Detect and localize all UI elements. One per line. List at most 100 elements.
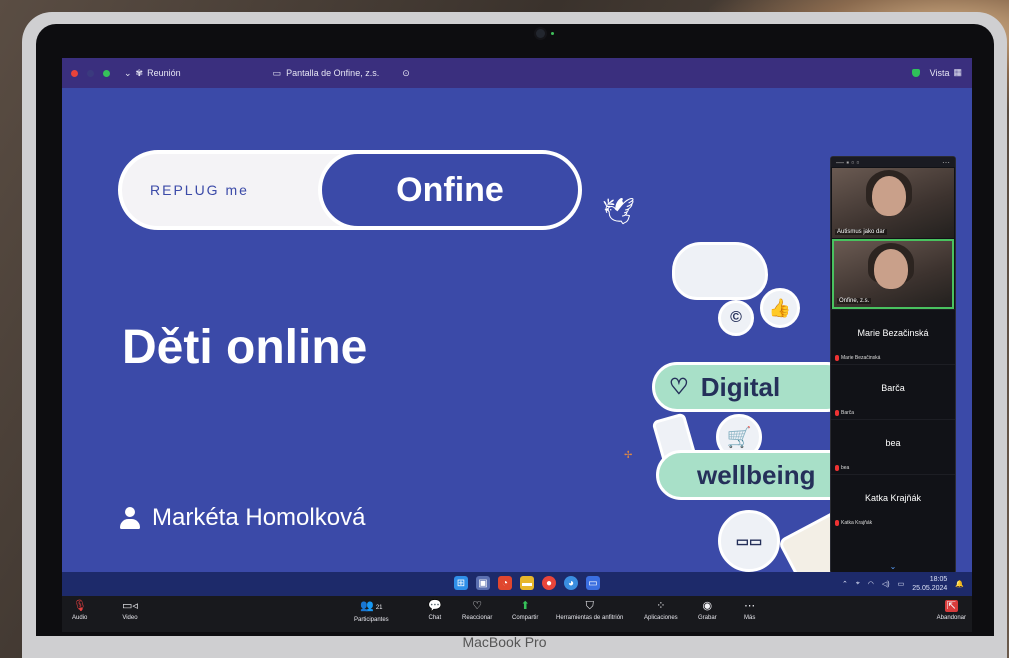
video-tile-name: Autismus jako dar — [835, 229, 887, 235]
volume-icon[interactable]: ◁) — [882, 580, 890, 588]
windows-taskbar: ⊞ ▣ ◔ ▬ ● ◕ ▭ ⌃ ⌖ ◠ ◁) ▭ 18:05 25.05.202… — [62, 572, 972, 596]
screen: ⌄ ✾ Reunión ▭ Pantalla de Onfine, z.s. ⊙… — [62, 58, 972, 632]
taskbar-apps: ⊞ ▣ ◔ ▬ ● ◕ ▭ — [454, 576, 600, 590]
zoom-app-icon[interactable]: ▭ — [586, 576, 600, 590]
mic-muted-icon — [835, 465, 839, 471]
apps-button[interactable]: ⁘ Aplicaciones — [644, 600, 678, 621]
person-icon — [118, 507, 142, 529]
mic-muted-icon — [835, 410, 839, 416]
video-button[interactable]: ▭◃ Video — [122, 600, 138, 621]
folder-icon[interactable]: ▬ — [520, 576, 534, 590]
location-icon[interactable]: ⌖ — [856, 580, 860, 588]
wellbeing-tag: wellbeing — [656, 450, 856, 500]
participant-tile[interactable]: Barča Barča — [831, 364, 955, 419]
battery-icon: ▭▭ — [718, 510, 780, 572]
wellbeing-tag-text: wellbeing — [697, 459, 816, 490]
webcam-led — [551, 32, 554, 35]
shield-icon: ⛉ — [585, 600, 594, 612]
app-icon[interactable]: ◕ — [564, 576, 578, 590]
more-icon: ⋯ — [744, 600, 756, 612]
participants-button[interactable]: 👥 21 Participantes — [354, 600, 389, 623]
shield-icon — [911, 68, 920, 77]
panel-more-icon[interactable]: ⋯ — [942, 158, 950, 167]
panel-header: — ▪ ▫ ▫ ⋯ — [831, 157, 955, 167]
dove-icon: 🕊 — [602, 196, 636, 226]
battery-tray-icon[interactable]: ▭ — [898, 580, 905, 588]
presenter: Markéta Homolková — [118, 504, 365, 532]
chat-button[interactable]: 💬 Chat — [428, 600, 442, 621]
share-label: Compartir — [512, 615, 539, 621]
video-tile-active-speaker[interactable]: Onfine, z.s. — [832, 239, 954, 309]
device-brand: MacBook Pro — [462, 634, 547, 650]
video-tile[interactable]: Autismus jako dar — [832, 168, 954, 238]
zoom-titlebar: ⌄ ✾ Reunión ▭ Pantalla de Onfine, z.s. ⊙… — [62, 58, 972, 88]
heart-icon: ♡ — [669, 374, 689, 399]
presentation-slide: REPLUG me Onfine 🕊 Děti online Markéta H… — [62, 88, 972, 591]
leave-button[interactable]: ⇱ Abandonar — [937, 600, 966, 621]
wifi-icon[interactable]: ◠ — [868, 580, 874, 588]
time-text: 18:05 — [929, 576, 948, 583]
zoom-toolbar: 🎙 Audio ▭◃ Video 👥 21 Participantes 💬 Cha… — [62, 596, 972, 632]
logo-left-text: REPLUG me — [150, 182, 249, 198]
participants-count: 21 — [375, 605, 383, 611]
host-tools-button[interactable]: ⛉ Herramientas de anfitrión — [556, 600, 623, 621]
windows-start-icon[interactable]: ⊞ — [454, 576, 468, 590]
chevron-down-icon: ⊙ — [402, 67, 410, 78]
participant-label-text: Katka Krajňák — [841, 520, 873, 526]
mic-muted-icon: 🎙 — [72, 600, 87, 612]
mic-muted-icon — [835, 355, 839, 361]
view-button[interactable]: Vista ▦ — [911, 67, 962, 78]
audio-label: Audio — [72, 615, 88, 621]
office-icon[interactable]: ◔ — [498, 576, 512, 590]
participant-name: bea — [885, 438, 901, 448]
react-button[interactable]: ♡ Reaccionar — [462, 600, 492, 621]
clock[interactable]: 18:05 25.05.2024 — [912, 575, 947, 593]
minimize-window-button[interactable] — [87, 69, 94, 77]
chevron-down-icon[interactable]: ⌄ — [831, 562, 955, 571]
share-indicator[interactable]: ▭ Pantalla de Onfine, z.s. ⊙ — [273, 68, 410, 79]
view-label: Vista — [929, 67, 950, 78]
participant-face — [872, 176, 906, 216]
record-button[interactable]: ◉ Grabar — [698, 600, 717, 621]
participant-tile[interactable]: bea bea — [831, 419, 955, 474]
leave-label: Abandonar — [936, 615, 966, 621]
screen-share-icon: ▭ — [272, 67, 282, 78]
digital-tag-text: Digital — [700, 371, 781, 402]
chrome-icon[interactable]: ● — [542, 576, 556, 590]
meeting-menu[interactable]: ⌄ ✾ Reunión — [124, 68, 181, 79]
participant-label: bea — [835, 465, 849, 471]
apps-label: Aplicaciones — [644, 615, 678, 621]
participant-name: Barča — [881, 383, 905, 393]
panel-view-icons[interactable]: — ▪ ▫ ▫ — [836, 158, 859, 167]
leave-icon: ⇱ — [944, 600, 958, 612]
more-button[interactable]: ⋯ Más — [744, 600, 755, 621]
apps-icon: ⁘ — [656, 600, 666, 612]
video-camera-icon: ▭◃ — [122, 600, 138, 612]
participant-tile[interactable]: Marie Bezačinská Marie Bezačinská — [831, 309, 955, 364]
presenter-name: Markéta Homolková — [152, 504, 366, 531]
record-label: Grabar — [698, 615, 717, 621]
chevron-up-icon[interactable]: ⌃ — [842, 580, 848, 588]
participant-name: Marie Bezačinská — [857, 328, 929, 338]
maximize-window-button[interactable] — [103, 69, 110, 77]
participants-label: Participantes — [354, 617, 389, 623]
copyright-icon: © — [718, 300, 754, 336]
share-screen-icon: ⬆ — [520, 600, 530, 612]
participant-tile[interactable]: Katka Krajňák Katka Krajňák — [831, 474, 955, 529]
close-window-button[interactable] — [71, 69, 78, 77]
participants-icon: 👥 21 — [360, 600, 383, 612]
participant-label: Barča — [835, 410, 854, 416]
task-view-icon[interactable]: ▣ — [476, 576, 490, 590]
video-tile-name: Onfine, z.s. — [837, 298, 872, 304]
share-button[interactable]: ⬆ Compartir — [512, 600, 538, 621]
react-label: Reaccionar — [462, 615, 493, 621]
heart-icon: ♡ — [472, 600, 483, 612]
brain-icon — [672, 242, 768, 300]
bell-icon[interactable]: 🔔 — [955, 580, 964, 588]
participant-label: Marie Bezačinská — [835, 355, 880, 361]
audio-button[interactable]: 🎙 Audio — [72, 600, 87, 621]
participant-label: Katka Krajňák — [835, 520, 872, 526]
host-tools-label: Herramientas de anfitrión — [556, 615, 624, 621]
participant-name: Katka Krajňák — [864, 493, 922, 503]
chat-label: Chat — [428, 615, 442, 621]
